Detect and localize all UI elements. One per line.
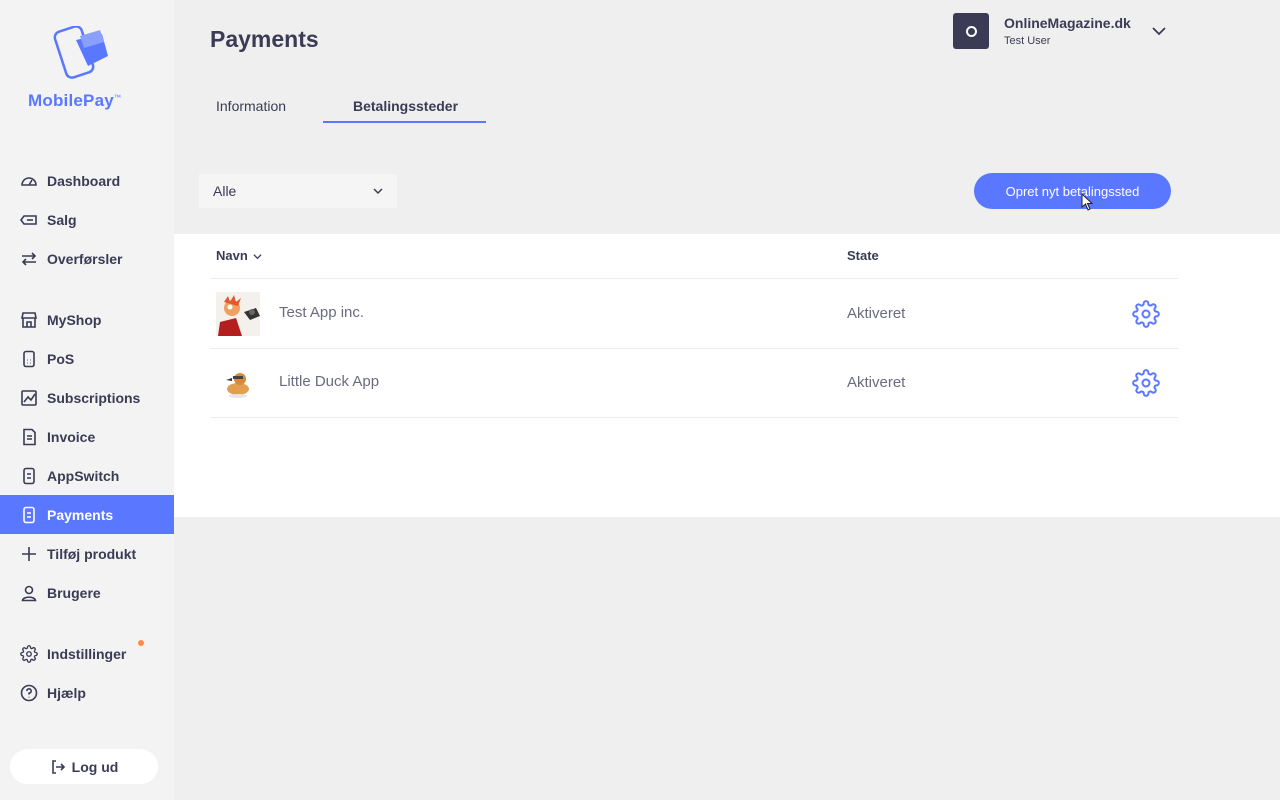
ticket-icon xyxy=(19,210,39,230)
user-icon xyxy=(19,583,39,603)
header-divider xyxy=(210,278,1178,279)
active-tab-indicator xyxy=(323,121,486,123)
sidebar-item-brugere[interactable]: Brugere xyxy=(0,573,174,612)
app-thumbnail xyxy=(216,361,260,405)
sidebar-item-tilfoj-produkt[interactable]: Tilføj produkt xyxy=(0,534,174,573)
sidebar-item-indstillinger[interactable]: Indstillinger xyxy=(0,634,174,673)
subscription-chart-icon xyxy=(19,388,39,408)
help-icon xyxy=(19,683,39,703)
notification-dot xyxy=(138,640,144,646)
transfer-arrows-icon xyxy=(19,249,39,269)
row-divider xyxy=(210,348,1178,349)
tab-betalingssteder[interactable]: Betalingssteder xyxy=(353,98,458,114)
column-header-state: State xyxy=(847,248,879,263)
appswitch-phone-icon xyxy=(19,466,39,486)
sidebar-item-pos[interactable]: PoS xyxy=(0,339,174,378)
shop-icon xyxy=(19,310,39,330)
column-header-name[interactable]: Navn xyxy=(216,248,262,263)
sidebar-item-myshop[interactable]: MyShop xyxy=(0,300,174,339)
sidebar-item-invoice[interactable]: Invoice xyxy=(0,417,174,456)
gear-icon xyxy=(19,644,39,664)
table-row-name[interactable]: Test App inc. xyxy=(279,304,364,321)
pos-terminal-icon xyxy=(19,349,39,369)
table-row-state: Aktiveret xyxy=(847,305,906,322)
settings-gear-icon[interactable] xyxy=(1132,369,1160,397)
page-title: Payments xyxy=(210,26,319,52)
logo-text: MobilePay™ xyxy=(28,91,122,110)
chevron-down-icon xyxy=(1152,27,1166,36)
create-payment-point-button[interactable]: Opret nyt betalingssted xyxy=(974,173,1171,209)
sidebar-item-overforsler[interactable]: Overførsler xyxy=(0,239,174,278)
mouse-cursor-icon xyxy=(1081,193,1094,211)
sidebar-item-subscriptions[interactable]: Subscriptions xyxy=(0,378,174,417)
sidebar-item-appswitch[interactable]: AppSwitch xyxy=(0,456,174,495)
account-switcher[interactable]: OnlineMagazine.dk Test User xyxy=(953,13,1173,49)
invoice-icon xyxy=(19,427,39,447)
row-divider xyxy=(210,417,1178,418)
payments-phone-icon xyxy=(19,505,39,525)
chevron-down-icon xyxy=(373,188,383,195)
sort-chevron-icon xyxy=(253,254,262,260)
sidebar: MobilePay™ Dashboard Salg Overførsler My… xyxy=(0,0,174,800)
logout-button[interactable]: Log ud xyxy=(10,749,158,784)
account-name: OnlineMagazine.dk xyxy=(1004,15,1131,31)
app-thumbnail xyxy=(216,292,260,336)
sidebar-item-dashboard[interactable]: Dashboard xyxy=(0,161,174,200)
logout-icon xyxy=(50,759,66,775)
gauge-icon xyxy=(19,171,39,191)
sidebar-item-hjaelp[interactable]: Hjælp xyxy=(0,673,174,712)
account-avatar xyxy=(953,13,989,49)
sidebar-item-payments[interactable]: Payments xyxy=(0,495,174,534)
sidebar-item-salg[interactable]: Salg xyxy=(0,200,174,239)
account-user: Test User xyxy=(1004,35,1051,47)
settings-gear-icon[interactable] xyxy=(1132,300,1160,328)
plus-icon xyxy=(19,544,39,564)
table-row-state: Aktiveret xyxy=(847,374,906,391)
tab-information[interactable]: Information xyxy=(216,98,286,114)
table-row-name[interactable]: Little Duck App xyxy=(279,373,379,390)
filter-select[interactable]: Alle xyxy=(199,174,397,208)
